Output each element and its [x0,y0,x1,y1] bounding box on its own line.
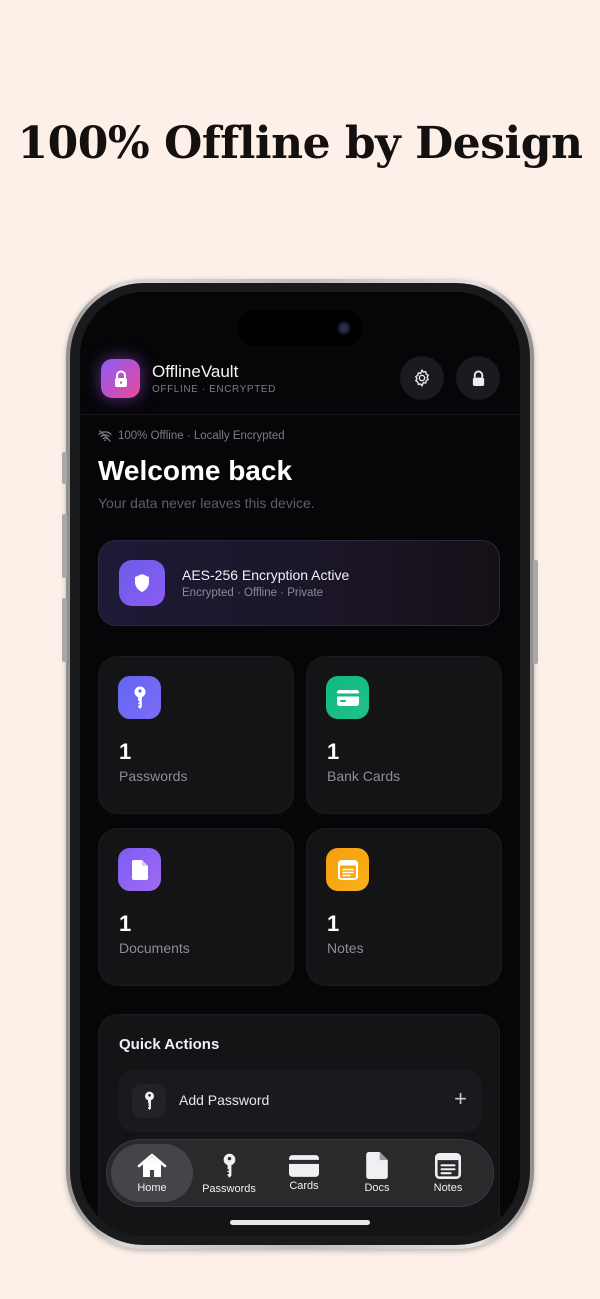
card-icon [336,689,359,706]
add-password-action[interactable]: Add Password + [119,1070,481,1132]
offline-status: 100% Offline · Locally Encrypted [98,430,285,442]
stat-icon-badge [118,676,161,719]
tab-label: Docs [364,1182,390,1194]
home-indicator[interactable] [230,1220,370,1225]
tab-label: Home [137,1181,167,1194]
encryption-subtitle: Encrypted · Offline · Private [182,587,324,599]
stat-label: Passwords [119,768,188,784]
action-icon-badge [132,1084,166,1118]
encryption-status-card: AES-256 Encryption Active Encrypted · Of… [98,540,500,626]
stat-count: 1 [119,739,132,764]
welcome-title: Welcome back [98,455,293,486]
stat-card-passwords[interactable]: 1 Passwords [98,656,294,814]
tab-docs[interactable]: Docs [343,1144,411,1202]
welcome-subtitle: Your data never leaves this device. [98,495,315,511]
app-subtitle: OFFLINE · ENCRYPTED [152,384,277,395]
settings-button[interactable] [400,356,444,400]
phone-volume-down-button [62,598,67,662]
stat-icon-badge [326,848,369,891]
plus-icon: + [454,1086,467,1111]
phone-volume-up-button [62,514,67,578]
page-headline: 100% Offline by Design [17,118,583,169]
phone-power-button [533,560,538,664]
phone-action-button [62,452,67,484]
stat-label: Documents [119,940,190,956]
key-icon [223,1153,235,1178]
wifi-off-icon [98,430,112,442]
tab-passwords[interactable]: Passwords [193,1144,265,1202]
stat-count: 1 [327,739,340,764]
quick-actions-title: Quick Actions [119,1036,220,1053]
stat-label: Bank Cards [327,768,401,784]
shield-icon [135,574,149,592]
tab-label: Notes [433,1181,463,1194]
tab-notes[interactable]: Notes [413,1144,483,1202]
card-icon [289,1154,319,1177]
add-password-label: Add Password [179,1092,270,1108]
tab-label: Passwords [202,1182,256,1195]
key-icon [144,1091,154,1110]
app-name: OfflineVault [152,362,239,381]
stat-icon-badge [118,848,161,891]
document-icon [366,1152,388,1179]
lock-icon [472,370,484,386]
stat-count: 1 [119,911,132,936]
stat-card-bank-cards[interactable]: 1 Bank Cards [306,656,502,814]
tab-cards[interactable]: Cards [267,1144,341,1202]
header-divider [80,414,520,415]
lock-vault-button[interactable] [456,356,500,400]
document-icon [131,859,148,880]
note-icon [435,1152,461,1179]
tab-home[interactable]: Home [111,1144,193,1202]
dynamic-island [237,310,363,346]
app-logo [101,359,140,398]
lock-icon [114,370,127,387]
note-icon [337,859,358,880]
stat-card-documents[interactable]: 1 Documents [98,828,294,986]
home-icon [137,1153,167,1177]
phone-screen: OfflineVault OFFLINE · ENCRYPTED 100% Of… [80,292,520,1236]
encryption-title: AES-256 Encryption Active [182,567,350,583]
key-icon [134,686,145,709]
gear-icon [415,369,429,387]
stat-label: Notes [327,940,364,956]
stat-icon-badge [326,676,369,719]
shield-badge [119,560,165,606]
stat-count: 1 [327,911,340,936]
tab-label: Cards [289,1179,319,1192]
offline-status-text: 100% Offline · Locally Encrypted [118,430,285,442]
stat-card-notes[interactable]: 1 Notes [306,828,502,986]
bottom-tab-bar: Home Passwords Cards Docs Notes [106,1139,494,1207]
